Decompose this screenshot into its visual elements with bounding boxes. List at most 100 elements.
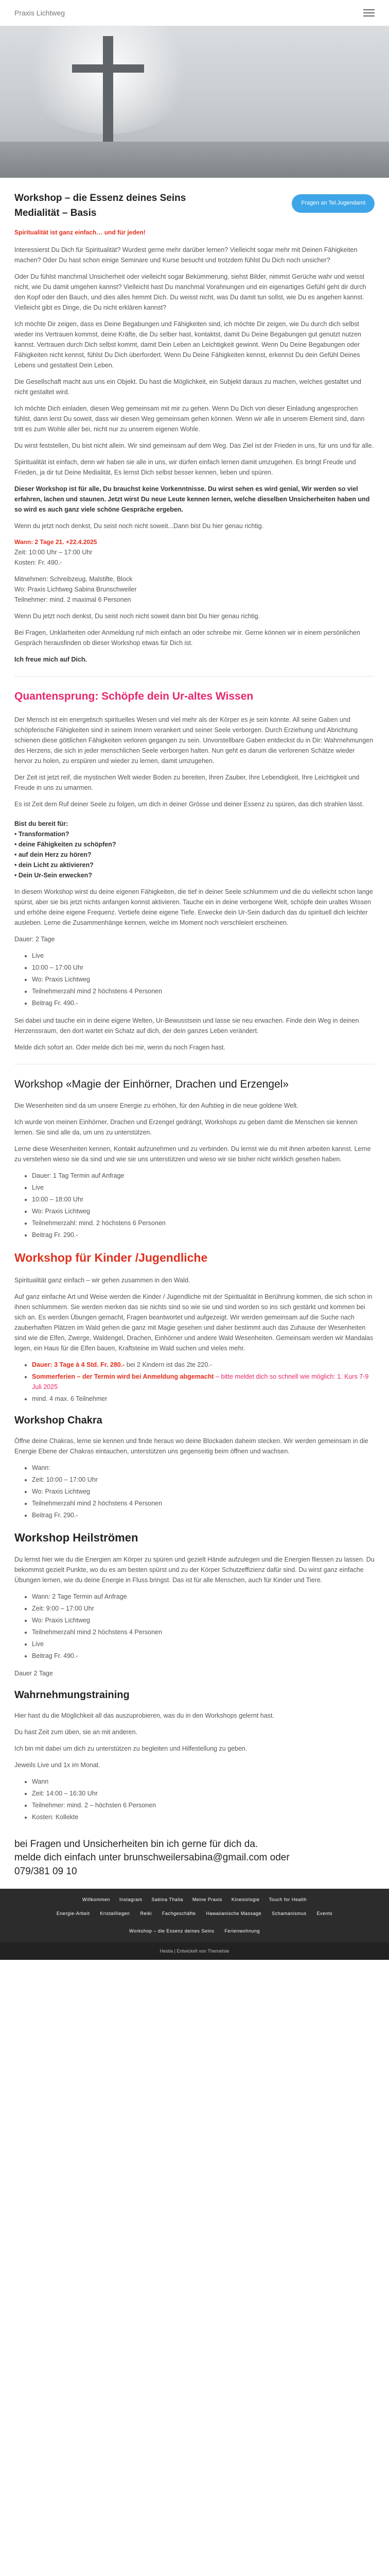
intro-paragraph: Du wirst feststellen, Du bist nicht alle… <box>14 442 374 450</box>
closing-line: Ich freue mich auf Dich. <box>14 656 87 664</box>
footer-link[interactable]: Kinesiologie <box>232 1896 260 1903</box>
top-bar: Praxis Lichtweg <box>0 0 389 26</box>
section-title-chakra: Workshop Chakra <box>14 1415 102 1427</box>
intro-paragraph: Die Gesellschaft macht aus uns ein Objek… <box>14 378 361 396</box>
site-logo[interactable]: Praxis Lichtweg <box>14 7 65 19</box>
intro-paragraph: Interessierst Du Dich für Spiritualität?… <box>14 246 358 264</box>
footer-link[interactable]: Ferienwohnung <box>224 1927 260 1935</box>
chakra-details: Wann: Zeit: 10:00 – 17:00 Uhr Wo: Praxis… <box>14 1463 375 1520</box>
footer-link[interactable]: Instagram <box>119 1896 143 1903</box>
detail-item: Live <box>32 951 375 961</box>
intro-paragraph: Bei Fragen, Unklarheiten oder Anmeldung … <box>14 629 360 647</box>
section-title-magic: Workshop «Magie der Einhörner, Drachen u… <box>14 1078 289 1090</box>
footer-link[interactable]: Reiki <box>140 1910 152 1917</box>
section-title-perception: Wahrnehmungstraining <box>14 1689 130 1701</box>
perception-paragraph: Ich bin mit dabei um dich zu unterstütze… <box>14 1744 247 1752</box>
detail-item: Beitrag Fr. 290.- <box>32 1230 375 1240</box>
quantum-paragraph: Sei dabei und tauche ein in deine eigene… <box>14 1016 359 1035</box>
footer-link[interactable]: Meine Praxis <box>192 1896 222 1903</box>
detail-item: Beitrag Fr. 490.- <box>32 1651 375 1661</box>
footer-link[interactable]: Fachgeschäfte <box>162 1910 196 1917</box>
perception-paragraph: Jeweils Live und 1x im Monat. <box>14 1761 100 1769</box>
detail-item: Live <box>32 1639 375 1649</box>
footer-link[interactable]: Schamanismus <box>272 1910 307 1917</box>
intro-paragraph: Spiritualität ist einfach, denn wir habe… <box>14 459 356 477</box>
tagline: Spiritualität ist ganz einfach… und für … <box>14 229 146 236</box>
detail-item: Kosten: Kollekte <box>32 1812 375 1822</box>
perception-paragraph: Hier hast du die Möglichkeit all das aus… <box>14 1711 274 1719</box>
quantum-paragraph: Der Mensch ist ein energetisch spirituel… <box>14 716 374 765</box>
footer-link[interactable]: Hawaiianische Massage <box>206 1910 262 1917</box>
footer-nav-2: Energie-Arbeit Kristallliegen Reiki Fach… <box>0 1906 389 1925</box>
detail-item: Dauer: 1 Tag Termin auf Anfrage <box>32 1171 375 1181</box>
detail-item: 10:00 – 17:00 Uhr <box>32 962 375 973</box>
contact-email[interactable]: melde dich einfach unter brunschweilersa… <box>14 1851 375 1865</box>
footer-link[interactable]: Kristallliegen <box>100 1910 130 1917</box>
footer-link[interactable]: Energie-Arbeit <box>57 1910 90 1917</box>
footer-nav-3: Workshop – die Essenz deines Seins Ferie… <box>0 1924 389 1942</box>
footer-link[interactable]: Events <box>317 1910 333 1917</box>
workshop-time: Zeit: 10:00 Uhr – 17:00 Uhr <box>14 549 93 556</box>
section-title-kids: Workshop für Kinder /Jugendliche <box>14 1250 208 1264</box>
section-title-heal: Workshop Heilströmen <box>14 1531 138 1545</box>
quantum-paragraph: Es ist Zeit dem Ruf deiner Seele zu folg… <box>14 800 364 808</box>
detail-item: Wo: Praxis Lichtweg <box>32 1206 375 1216</box>
kids-details: Dauer: 3 Tage à 4 Std. Fr. 280.- bei 2 K… <box>14 1360 375 1404</box>
detail-item: Teilnehmerzahl mind 2 höchstens 4 Person… <box>32 1627 375 1637</box>
heal-duration: Dauer 2 Tage <box>14 1669 53 1677</box>
quantum-details: Live 10:00 – 17:00 Uhr Wo: Praxis Lichtw… <box>14 951 375 1008</box>
footer-nav: Willkommen Instagram Sabina Thalia Meine… <box>0 1889 389 1907</box>
heal-paragraph: Du lernst hier wie du die Energien am Kö… <box>14 1555 375 1584</box>
kids-paragraph: Auf ganz einfache Art und Weise werden d… <box>14 1293 374 1352</box>
perception-paragraph: Du hast Zeit zum üben, sie an mit andere… <box>14 1728 138 1736</box>
chakra-paragraph: Öffne deine Chakras, lerne sie kennen un… <box>14 1437 368 1455</box>
detail-item: Wo: Praxis Lichtweg <box>32 1615 375 1625</box>
detail-item: Wo: Praxis Lichtweg <box>32 1486 375 1497</box>
kids-paragraph: Spiritualität ganz einfach – wir gehen z… <box>14 1277 190 1284</box>
workshop-dates: Wann: 2 Tage 21. +22.4.2025 <box>14 538 97 546</box>
magic-paragraph: Die Wesenheiten sind da um unsere Energi… <box>14 1101 298 1109</box>
perception-details: Wann Zeit: 14:00 – 16:30 Uhr Teilnehmer:… <box>14 1776 375 1822</box>
footer-link[interactable]: Sabina Thalia <box>152 1896 183 1903</box>
footer-link[interactable]: Willkommen <box>82 1896 110 1903</box>
page-title: Workshop – die Essenz deines Seins Media… <box>14 193 186 218</box>
question-item: • auf dein Herz zu hören? <box>14 851 92 858</box>
detail-item: Teilnehmerzahl: mind. 2 höchstens 6 Pers… <box>32 1218 375 1228</box>
question-item: • deine Fähigkeiten zu schöpfen? <box>14 840 116 848</box>
magic-details: Dauer: 1 Tag Termin auf Anfrage Live 10:… <box>14 1171 375 1240</box>
footer-link[interactable]: Touch for Health <box>269 1896 307 1903</box>
intro-paragraph: Ich möchte Dich einladen, diesen Weg gem… <box>14 405 365 433</box>
magic-paragraph: Lerne diese Wesenheiten kennen, Kontakt … <box>14 1145 371 1163</box>
contact-button[interactable]: Fragen an Tel.Jugendamt <box>292 194 375 213</box>
magic-paragraph: Ich wurde von meinen Einhörner, Drachen … <box>14 1118 358 1136</box>
footer-link[interactable]: Workshop – die Essenz deines Seins <box>129 1927 214 1935</box>
intro-paragraph: Oder Du fühlst manchmal Unsicherheit ode… <box>14 273 366 312</box>
workshop-participants: Teilnehmer: mind. 2 maximal 6 Personen <box>14 596 131 604</box>
detail-item: Zeit: 14:00 – 16:30 Uhr <box>32 1788 375 1799</box>
question-item: • Transformation? <box>14 830 69 838</box>
detail-item: Wann <box>32 1776 375 1787</box>
question-title: Bist du bereit für: <box>14 820 68 827</box>
intro-header: Workshop – die Essenz deines Seins Media… <box>14 191 375 221</box>
detail-item: Dauer: 3 Tage à 4 Std. Fr. 280.- bei 2 K… <box>32 1360 375 1370</box>
quantum-duration: Dauer: 2 Tage <box>14 935 55 943</box>
detail-item: Zeit: 9:00 – 17:00 Uhr <box>32 1603 375 1614</box>
intro-bold-paragraph: Dieser Workshop ist für alle, Du brauchs… <box>14 485 370 514</box>
detail-item: Wann: 2 Tage Termin auf Anfrage <box>32 1591 375 1602</box>
detail-item: Beitrag Fr. 490.- <box>32 998 375 1008</box>
detail-item: Wo: Praxis Lichtweg <box>32 974 375 985</box>
contact-block: bei Fragen und Unsicherheiten bin ich ge… <box>14 1838 375 1879</box>
detail-item: Beitrag Fr. 290.- <box>32 1510 375 1520</box>
contact-phone[interactable]: 079/381 09 10 <box>14 1865 375 1879</box>
contact-line: bei Fragen und Unsicherheiten bin ich ge… <box>14 1838 258 1850</box>
menu-icon[interactable] <box>363 9 375 16</box>
intro-paragraph: Wenn du jetzt noch denkst, Du seist noch… <box>14 522 264 530</box>
question-item: • Dein Ur-Sein erwecken? <box>14 871 92 879</box>
detail-item: mind. 4 max. 6 Teilnehmer <box>32 1394 375 1404</box>
question-item: • dein Licht zu aktivieren? <box>14 861 94 869</box>
intro-paragraph: Ich möchte Dir zeigen, dass es Deine Beg… <box>14 320 361 369</box>
detail-item: Zeit: 10:00 – 17:00 Uhr <box>32 1475 375 1485</box>
workshop-bring: Mitnehmen: Schreibzeug, Malstifte, Block <box>14 575 133 583</box>
detail-item: Sommerferien – der Termin wird bei Anmel… <box>32 1371 375 1392</box>
hero-image <box>0 26 389 178</box>
